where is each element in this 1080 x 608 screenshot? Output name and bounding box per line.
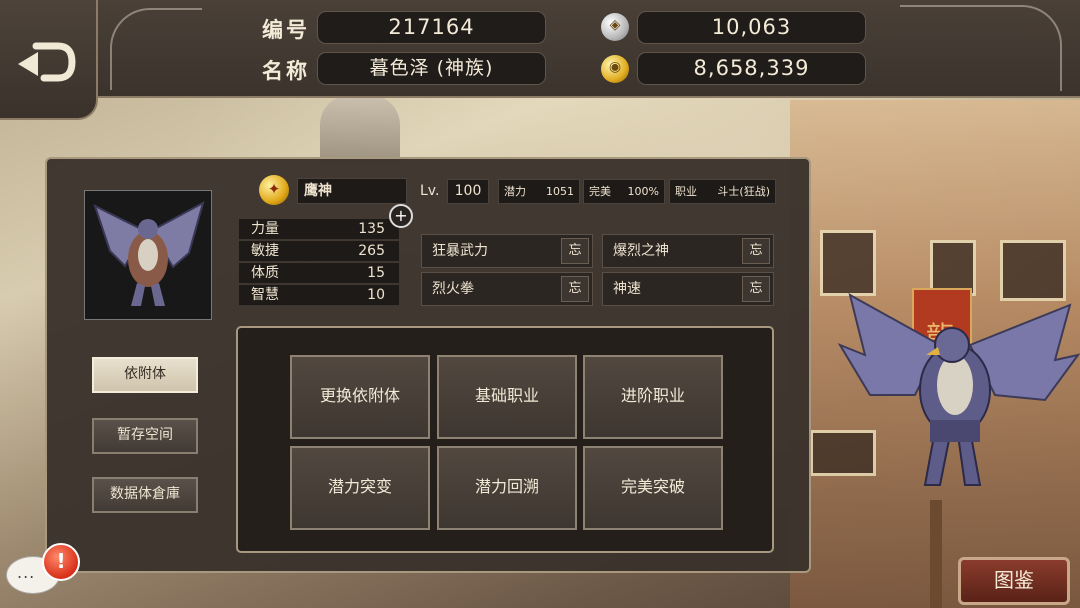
job-label: 职业 [675,185,697,198]
potential-label: 潜力 [504,185,526,198]
skill-slot[interactable]: 爆烈之神 忘 [602,234,774,268]
forget-skill-button[interactable]: 忘 [561,238,589,264]
skill-slot[interactable]: 神速 忘 [602,272,774,306]
character-name: 鹰神 [297,178,407,204]
skill-slot[interactable]: 狂暴武力 忘 [421,234,593,268]
potential-rollback-button[interactable]: 潜力回溯 [437,446,577,530]
element-badge-icon: ✦ [259,175,289,205]
id-value: 217164 [317,11,546,44]
gold-coin-icon: ◉ [601,55,629,83]
character-panel: ✦ 鹰神 Lv. 100 潜力 1051 完美 100% 职业 斗士(狂战) 力… [45,157,811,573]
silver-coin-icon: ◈ [601,13,629,41]
top-bar: 编号 217164 名称 暮色泽 (神族) ◈ 10,063 ◉ 8,658,3… [0,0,1080,98]
potential-mutation-button[interactable]: 潜力突变 [290,446,430,530]
stat-label: 智慧 [251,287,279,303]
potential-field: 潜力 1051 [498,179,580,204]
perfect-value: 100% [627,185,659,198]
stat-label: 力量 [251,221,279,237]
creature-model [837,293,1080,486]
stat-label: 体质 [251,265,279,281]
forget-skill-button[interactable]: 忘 [561,276,589,302]
id-label: 编号 [262,18,310,42]
skill-name: 烈火拳 [432,281,474,297]
skill-slot[interactable]: 烈火拳 忘 [421,272,593,306]
skill-name: 狂暴武力 [432,243,488,259]
stat-value: 10 [367,287,385,303]
stats-table: 力量 135 敏捷 265 体质 15 智慧 10 [239,219,399,307]
forget-skill-button[interactable]: 忘 [742,276,770,302]
level-value: 100 [447,179,489,204]
actions-area: 更换依附体 基础职业 进阶职业 潜力突变 潜力回溯 完美突破 [236,326,774,553]
sidebar-item-temp-storage[interactable]: 暂存空间 [92,418,198,454]
silver-amount: 10,063 [637,11,866,44]
forget-skill-button[interactable]: 忘 [742,238,770,264]
skill-name: 爆烈之神 [613,243,669,259]
add-stat-button[interactable]: + [389,204,413,228]
perfect-label: 完美 [589,185,611,198]
character-portrait [84,190,212,320]
name-value: 暮色泽 (神族) [317,52,546,85]
stat-label: 敏捷 [251,243,279,259]
creature-portrait-icon [93,201,205,306]
codex-button[interactable]: 图鉴 [958,557,1070,605]
back-button[interactable] [0,0,98,120]
chat-bubble-icon: ... [17,563,36,582]
background-pole [930,500,942,608]
sidebar-item-data-warehouse[interactable]: 数据体倉庫 [92,477,198,513]
potential-value: 1051 [546,185,574,198]
stat-value: 265 [358,243,385,259]
job-value: 斗士(狂战) [717,185,770,198]
job-field: 职业 斗士(狂战) [669,179,776,204]
level-label: Lv. [420,183,440,199]
stat-value: 135 [358,221,385,237]
name-label: 名称 [262,59,310,83]
stat-row: 体质 15 [239,263,399,284]
back-arrow-icon [18,42,76,82]
alert-icon[interactable]: ! [42,543,80,581]
change-host-button[interactable]: 更换依附体 [290,355,430,439]
skill-name: 神速 [613,281,641,297]
sidebar-item-host[interactable]: 依附体 [92,357,198,393]
perfect-breakthrough-button[interactable]: 完美突破 [583,446,723,530]
basic-job-button[interactable]: 基础职业 [437,355,577,439]
stat-row: 力量 135 [239,219,399,240]
stat-row: 敏捷 265 [239,241,399,262]
advanced-job-button[interactable]: 进阶职业 [583,355,723,439]
gold-amount: 8,658,339 [637,52,866,85]
stat-row: 智慧 10 [239,285,399,306]
stat-value: 15 [367,265,385,281]
background-tower [320,95,400,165]
perfect-field: 完美 100% [583,179,665,204]
